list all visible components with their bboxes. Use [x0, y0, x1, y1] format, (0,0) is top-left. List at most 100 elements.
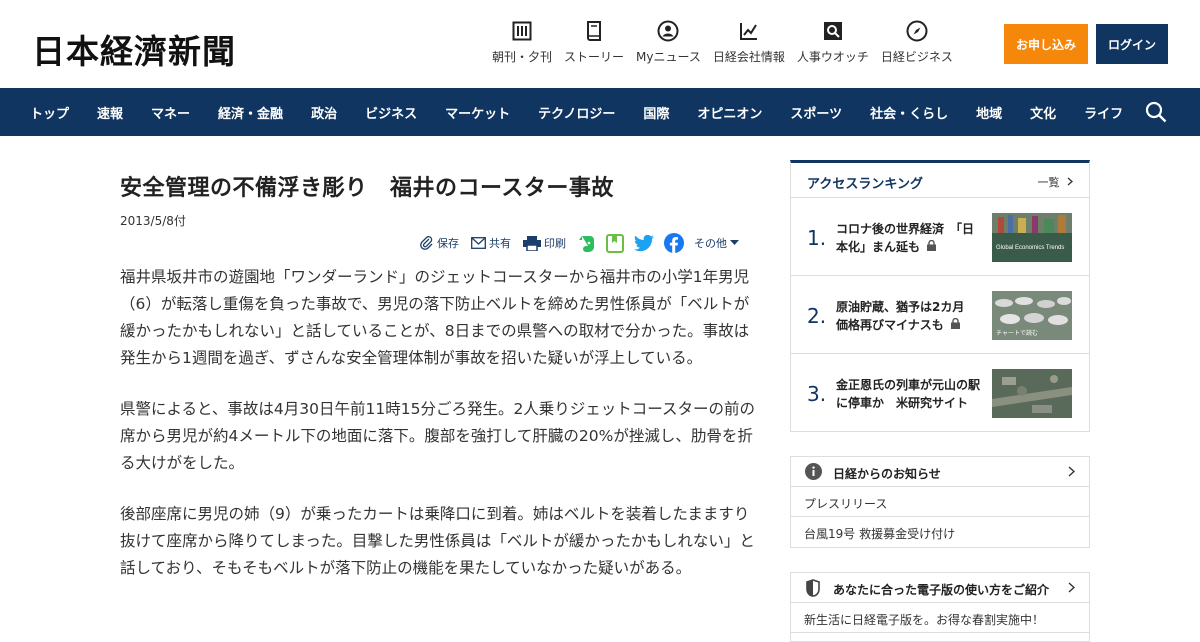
login-button[interactable]: ログイン: [1096, 24, 1168, 64]
ranking-headline: 金正恩氏の列車が元山の駅に停車か 米研究サイト: [836, 378, 981, 410]
chevron-right-icon: [1068, 466, 1075, 477]
ranking-thumbnail: Global Economics Trends: [992, 213, 1072, 262]
ranking-headline: コロナ後の世界経済 「日本化」まん延も: [836, 220, 984, 256]
article-body: 福井県坂井市の遊園地「ワンダーランド」のジェットコースターから福井市の小学1年男…: [120, 264, 756, 606]
header-nav-label: ストーリー: [564, 50, 625, 64]
info-icon: [805, 463, 822, 480]
twitter-icon[interactable]: [634, 234, 654, 252]
lock-icon: [950, 317, 960, 329]
access-ranking: アクセスランキング 一覧 1. コロナ後の世界経済 「日本化」まん延も Glob…: [790, 160, 1090, 432]
bookmark-note-icon[interactable]: [606, 233, 624, 253]
notice-item-label: 台風19号 救援募金受け付け: [804, 527, 956, 541]
ranking-thumbnail: [992, 369, 1072, 418]
header-nav-label: 日経会社情報: [712, 50, 785, 64]
category-item[interactable]: 社会・くらし: [870, 103, 948, 122]
ranking-more-link[interactable]: 一覧: [1038, 174, 1074, 190]
ranking-item[interactable]: 2. 原油貯蔵、猶予は2カ月 価格再びマイナスも チャートで読む: [791, 276, 1089, 354]
header-nav-personnel[interactable]: 人事ウオッチ: [797, 20, 869, 65]
ranking-number: 3.: [807, 382, 827, 406]
site-logo[interactable]: 日本経濟新聞: [32, 25, 236, 73]
notices-title: 日経からのお知らせ: [833, 467, 941, 481]
category-item[interactable]: 速報: [97, 103, 123, 122]
guide-item[interactable]: 新生活に日経電子版を。お得な春割実施中！: [791, 603, 1089, 633]
category-item[interactable]: 文化: [1030, 103, 1056, 122]
notice-item-label: プレスリリース: [804, 497, 888, 511]
category-item[interactable]: ビジネス: [365, 103, 417, 122]
header-nav: 朝刊・夕刊 ストーリー Myニュース 日経会社情報 人事ウオッチ 日経ビジネス: [492, 20, 965, 65]
lock-icon: [927, 239, 937, 251]
share-button[interactable]: 共有: [471, 235, 511, 251]
category-item[interactable]: マネー: [151, 103, 190, 122]
header-nav-label: Myニュース: [636, 50, 701, 64]
header-nav-label: 日経ビジネス: [880, 50, 953, 64]
category-item[interactable]: 国際: [643, 103, 669, 122]
guide-header[interactable]: あなたに合った電子版の使い方をご紹介: [791, 573, 1089, 603]
header-nav-label: 人事ウオッチ: [796, 50, 869, 64]
chevron-right-icon: [1068, 582, 1075, 593]
guide-item-label: 新生活に日経電子版を。お得な春割実施中！: [804, 613, 1045, 627]
article-title: 安全管理の不備浮き彫り 福井のコースター事故: [120, 176, 614, 201]
site-header: 日本経濟新聞 朝刊・夕刊 ストーリー Myニュース 日経会社情報 人事ウオッチ …: [0, 0, 1200, 88]
print-button[interactable]: 印刷: [523, 235, 566, 251]
ranking-headline: 原油貯蔵、猶予は2カ月 価格再びマイナスも: [836, 298, 984, 334]
more-share-label: その他: [694, 237, 727, 250]
header-nav-story[interactable]: ストーリー: [564, 20, 624, 65]
category-item[interactable]: ライフ: [1084, 103, 1123, 122]
ranking-thumbnail: チャートで読む: [992, 291, 1072, 340]
category-nav: トップ 速報 マネー 経済・金融 政治 ビジネス マーケット テクノロジー 国際 オピニオン スポー…: [0, 88, 1200, 136]
header-nav-mynews[interactable]: Myニュース: [636, 20, 701, 65]
shield-half-icon: [806, 579, 820, 597]
header-nav-label: 朝刊・夕刊: [492, 50, 553, 64]
ranking-thumb-caption: チャートで読む: [996, 329, 1038, 337]
more-share-dropdown[interactable]: その他: [694, 235, 742, 251]
print-label: 印刷: [544, 237, 566, 250]
notices-header[interactable]: 日経からのお知らせ: [791, 457, 1089, 487]
digital-guide: あなたに合った電子版の使い方をご紹介 新生活に日経電子版を。お得な春割実施中！: [790, 572, 1090, 642]
article-paragraph: 後部座席に男児の姉（9）が乗ったカートは乗降口に到着。姉はベルトを装着したまます…: [120, 505, 755, 577]
category-item[interactable]: 政治: [311, 103, 337, 122]
facebook-icon[interactable]: [664, 233, 684, 253]
category-item[interactable]: 地域: [976, 103, 1002, 122]
notice-item[interactable]: 台風19号 救援募金受け付け: [791, 517, 1089, 547]
chevron-right-icon: [1067, 177, 1073, 186]
newspaper-icon: [511, 20, 533, 42]
header-nav-company-info[interactable]: 日経会社情報: [713, 20, 785, 65]
save-label: 保存: [437, 237, 459, 250]
ranking-title: アクセスランキング: [807, 177, 923, 192]
header-nav-morning-evening[interactable]: 朝刊・夕刊: [492, 20, 552, 65]
ranking-header: アクセスランキング 一覧: [791, 163, 1089, 198]
chart-icon: [738, 20, 760, 42]
nikkei-notices: 日経からのお知らせ プレスリリース 台風19号 救援募金受け付け: [790, 456, 1090, 548]
guide-title: あなたに合った電子版の使い方をご紹介: [833, 583, 1050, 597]
ranking-item[interactable]: 3. 金正恩氏の列車が元山の駅に停車か 米研究サイト: [791, 354, 1089, 432]
caret-down-icon: [730, 240, 739, 245]
article: 安全管理の不備浮き彫り 福井のコースター事故 2013/5/8付 保存 共有 印…: [120, 160, 756, 577]
printer-icon: [523, 235, 541, 251]
search-person-icon: [822, 20, 844, 42]
paperclip-icon: [420, 236, 433, 250]
notice-item[interactable]: プレスリリース: [791, 487, 1089, 517]
category-item[interactable]: マーケット: [445, 103, 510, 122]
person-icon: [657, 20, 679, 42]
compass-icon: [906, 20, 928, 42]
category-item[interactable]: オピニオン: [697, 103, 762, 122]
category-item[interactable]: トップ: [30, 103, 69, 122]
header-nav-business[interactable]: 日経ビジネス: [881, 20, 953, 65]
evernote-icon[interactable]: [578, 234, 596, 253]
save-button[interactable]: 保存: [420, 235, 459, 251]
category-item[interactable]: 経済・金融: [218, 103, 283, 122]
ranking-more-label: 一覧: [1037, 176, 1060, 189]
subscribe-button[interactable]: お申し込み: [1004, 24, 1088, 64]
share-toolbar: 保存 共有 印刷 その他: [420, 233, 754, 253]
ranking-headline-text: コロナ後の世界経済 「日本化」まん延も: [836, 222, 975, 254]
article-paragraph: 県警によると、事故は4月30日午前11時15分ごろ発生。2人乗りジェットコースタ…: [120, 400, 756, 472]
article-paragraph: 福井県坂井市の遊園地「ワンダーランド」のジェットコースターから福井市の小学1年男…: [120, 268, 750, 367]
mail-icon: [471, 237, 486, 249]
ranking-item[interactable]: 1. コロナ後の世界経済 「日本化」まん延も Global Economics …: [791, 198, 1089, 276]
category-item[interactable]: スポーツ: [790, 103, 842, 122]
article-date: 2013/5/8付: [120, 214, 186, 228]
search-icon[interactable]: [1145, 101, 1167, 123]
share-label: 共有: [489, 237, 511, 250]
category-item[interactable]: テクノロジー: [538, 103, 615, 122]
ranking-number: 2.: [807, 304, 827, 328]
